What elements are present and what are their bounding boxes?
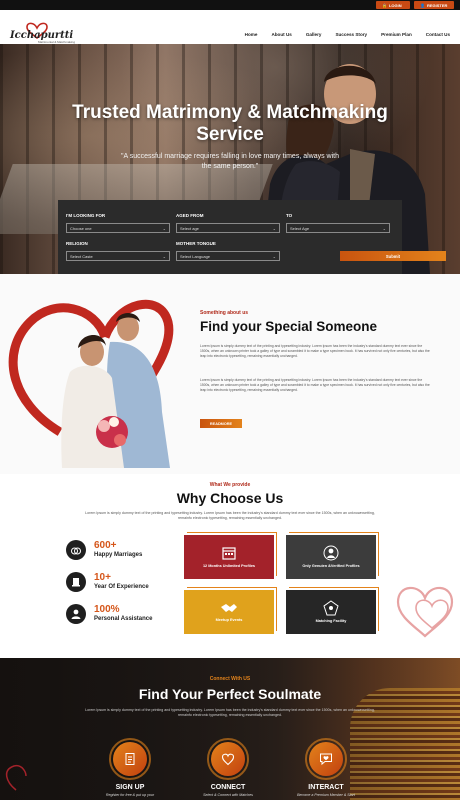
readmore-button[interactable]: READMORE <box>200 419 242 428</box>
step-ring <box>109 738 151 780</box>
why-title: Why Choose Us <box>176 490 284 506</box>
about-paragraph-1: Lorem Ipsum is simply dummy text of the … <box>200 344 430 359</box>
register-button[interactable]: 👤 REGISTER <box>414 1 454 9</box>
step-title: SIGN UP <box>115 784 145 791</box>
hero-quote: "A successful marriage requires falling … <box>120 153 339 170</box>
feature-meetup-events[interactable]: Meetup Events <box>184 587 277 634</box>
verified-user-icon <box>323 545 339 561</box>
nav-success-story[interactable]: Success Story <box>335 32 367 37</box>
heart-outline-decoration <box>5 764 27 791</box>
about-section: Something about us Find your Special Som… <box>0 274 460 474</box>
mother-tongue-select[interactable]: Select Language ⌄ <box>176 251 280 261</box>
hero-title: Trusted Matrimony & Matchmaking Service <box>72 102 388 145</box>
chevron-down-icon: ⌄ <box>162 225 166 231</box>
feature-label: Meetup Events <box>215 618 243 622</box>
chevron-down-icon: ⌄ <box>382 225 386 231</box>
looking-for-select[interactable]: Choose one ⌄ <box>66 223 170 233</box>
soulmate-section: Connect With US Find Your Perfect Soulma… <box>0 658 460 800</box>
step-ring <box>305 738 347 780</box>
age-to-select[interactable]: Select Age ⌄ <box>286 223 390 233</box>
lock-icon: 🔒 <box>382 2 387 8</box>
step-ring <box>207 738 249 780</box>
step-description: Become a Premium Member & Start <box>297 793 355 797</box>
feature-verified-profiles[interactable]: Only Genuien &Verified Profiles <box>286 532 379 579</box>
about-title: Find your Special Someone <box>200 319 378 334</box>
looking-for-value: Choose one <box>70 225 92 231</box>
step-description: Select & Connect with Matches <box>203 793 253 797</box>
religion-label: RELIGION <box>66 241 88 246</box>
site-header: Icchapurtti Matrimonial & Matchmaking Ho… <box>0 10 460 44</box>
login-button[interactable]: 🔒 LOGIN <box>376 1 410 9</box>
aged-from-select[interactable]: Select age ⌄ <box>176 223 280 233</box>
partner-search-form: I'M LOOKING FOR Choose one ⌄ AGED FROM Se… <box>58 200 446 274</box>
heart-icon <box>211 742 245 776</box>
nav-about-us[interactable]: About Us <box>271 32 291 37</box>
chat-heart-icon <box>309 742 343 776</box>
religion-value: Select Caste <box>70 253 93 259</box>
main-nav: Home About Us Gallery Success Story Prem… <box>231 32 450 37</box>
heart-outline-decoration <box>396 586 454 638</box>
age-to-label: TO <box>286 213 293 218</box>
nav-premium-plan[interactable]: Premium Plan <box>381 32 412 37</box>
login-label: LOGIN <box>388 2 402 8</box>
chevron-down-icon: ⌄ <box>162 253 166 259</box>
soul-kicker: Connect With US <box>209 676 251 682</box>
handshake-icon <box>221 604 237 612</box>
feature-label: Only Genuien &Verified Profiles <box>302 564 360 568</box>
soul-title: Find Your Perfect Soulmate <box>138 686 322 702</box>
step-connect[interactable]: CONNECT Select & Connect with Matches <box>188 738 268 797</box>
calendar-icon <box>222 547 236 560</box>
feature-label: Matching Facility <box>315 619 347 623</box>
register-label: REGISTER <box>426 2 448 8</box>
stat-experience: 10+ Year Of Experience <box>66 572 176 596</box>
network-icon <box>323 600 339 616</box>
stat-label: Happy Marriages <box>94 552 143 558</box>
stat-number: 100% <box>94 604 120 615</box>
user-icon <box>66 604 86 624</box>
soul-description: Lorem Ipsum is simply dummy text of the … <box>85 708 375 718</box>
award-icon <box>66 572 86 592</box>
rings-icon <box>66 540 86 560</box>
about-kicker: Something about us <box>200 310 249 316</box>
step-sign-up[interactable]: SIGN UP Register for free & put up your <box>90 738 170 797</box>
stat-personal-assistance: 100% Personal Assistance <box>66 604 176 628</box>
stat-number: 10+ <box>94 572 111 583</box>
step-title: INTERACT <box>308 784 344 791</box>
feature-unlimited-profiles[interactable]: 12 Months Unlimited Profiles <box>184 532 277 579</box>
feature-matching-facility[interactable]: Matching Facility <box>286 587 379 634</box>
page: 🔒 LOGIN 👤 REGISTER Icchapurtti Matrimoni… <box>0 0 460 800</box>
step-title: CONNECT <box>210 784 246 791</box>
nav-gallery[interactable]: Gallery <box>306 32 322 37</box>
step-interact[interactable]: INTERACT Become a Premium Member & Start <box>286 738 366 797</box>
stat-label: Year Of Experience <box>94 584 149 590</box>
nav-contact-us[interactable]: Contact Us <box>426 32 450 37</box>
aged-from-value: Select age <box>180 225 199 231</box>
mother-tongue-label: MOTHER TONGUE <box>176 241 216 246</box>
why-choose-us-section: What We provide Why Choose Us Lorem Ipsu… <box>0 474 460 658</box>
stat-happy-marriages: 600+ Happy Marriages <box>66 540 176 564</box>
top-bar: 🔒 LOGIN 👤 REGISTER <box>0 0 460 10</box>
signup-form-icon <box>113 742 147 776</box>
age-to-value: Select Age <box>290 225 310 231</box>
wedding-couple-image <box>8 299 174 468</box>
step-description: Register for free & put up your <box>105 793 155 797</box>
chevron-down-icon: ⌄ <box>272 225 276 231</box>
search-submit-button[interactable]: Submit <box>340 251 446 261</box>
aged-from-label: AGED FROM <box>176 213 204 218</box>
mother-tongue-value: Select Language <box>180 253 211 259</box>
religion-select[interactable]: Select Caste ⌄ <box>66 251 170 261</box>
user-icon: 👤 <box>420 2 425 8</box>
feature-label: 12 Months Unlimited Profiles <box>202 564 256 568</box>
about-paragraph-2: Lorem Ipsum is simply dummy text of the … <box>200 378 430 393</box>
nav-home[interactable]: Home <box>245 32 258 37</box>
stat-number: 600+ <box>94 540 117 551</box>
why-kicker: What We provide <box>209 482 251 488</box>
why-description: Lorem Ipsum is simply dummy text of the … <box>85 511 375 521</box>
stat-label: Personal Assistance <box>94 616 153 622</box>
looking-for-label: I'M LOOKING FOR <box>66 213 106 218</box>
chevron-down-icon: ⌄ <box>272 253 276 259</box>
